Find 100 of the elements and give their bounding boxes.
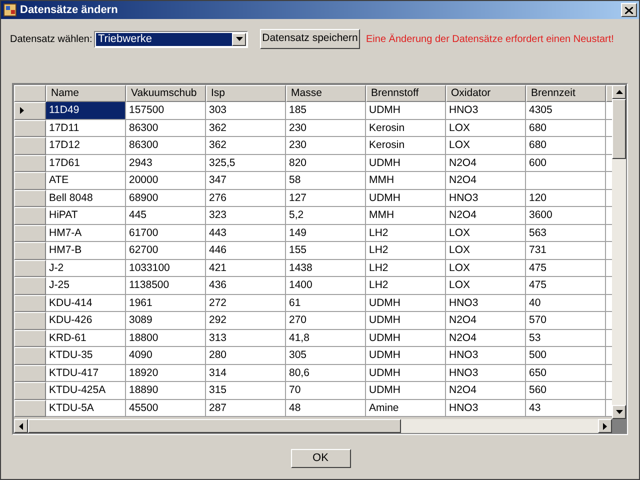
table-cell: UDMH (366, 312, 446, 330)
table-cell: 680 (526, 120, 606, 137)
scroll-thumb[interactable] (612, 99, 626, 159)
table-cell: 287 (206, 400, 286, 417)
table-cell: LOX (446, 277, 526, 294)
ok-button[interactable]: OK (290, 449, 350, 468)
table-cell: KTDU-5A (46, 400, 126, 417)
row-header[interactable] (14, 102, 46, 120)
table-cell: UDMH (366, 190, 446, 207)
dataset-label: Datensatz wählen: (10, 32, 94, 46)
table-cell: 20000 (126, 172, 206, 190)
table-cell: J-25 (46, 277, 126, 294)
table-cell: HM7-A (46, 224, 126, 242)
table-cell: KTDU-417 (46, 364, 126, 382)
table-cell: Bell 8048 (46, 190, 126, 207)
table-cell: 61700 (126, 224, 206, 242)
table-cell: 40 (526, 294, 606, 312)
table-cell: 1961 (126, 294, 206, 312)
table-cell: KTDU-425A (46, 382, 126, 400)
table-cell: 347 (206, 172, 286, 190)
table-cell: HM7-B (46, 242, 126, 260)
table-cell: 3600 (526, 207, 606, 224)
horizontal-scrollbar[interactable] (14, 419, 612, 433)
table-cell: 1138500 (126, 277, 206, 294)
table-cell: 120 (526, 190, 606, 207)
table-cell: 303 (206, 102, 286, 120)
table-cell: 362 (206, 120, 286, 137)
left-arrow-icon (19, 422, 23, 430)
close-button[interactable] (621, 3, 637, 17)
table-cell: N2O4 (446, 154, 526, 172)
column-header[interactable]: Oxidator (446, 85, 526, 102)
table-cell: LOX (446, 242, 526, 260)
table-cell: HNO3 (446, 400, 526, 417)
table-cell: 5,2 (286, 207, 366, 224)
table-cell: 185 (286, 102, 366, 120)
table-cell: 11D49 (46, 102, 126, 120)
scroll-right-button[interactable] (598, 419, 612, 433)
table-cell: HNO3 (446, 364, 526, 382)
table-cell: 18890 (126, 382, 206, 400)
table-cell: UDMH (366, 330, 446, 347)
save-button[interactable]: Datensatz speichern (260, 29, 360, 49)
table-cell: 80,6 (286, 364, 366, 382)
table-cell: 2943 (126, 154, 206, 172)
table-cell: LOX (446, 224, 526, 242)
table-cell: 305 (286, 347, 366, 364)
scroll-down-button[interactable] (612, 405, 626, 419)
table-cell: HNO3 (446, 347, 526, 364)
table-cell: 280 (206, 347, 286, 364)
table-cell: N2O4 (446, 330, 526, 347)
table-cell: 53 (526, 330, 606, 347)
dropdown-button[interactable] (232, 32, 246, 46)
table-cell: 4090 (126, 347, 206, 364)
table-cell: LOX (446, 260, 526, 277)
table-cell: 157500 (126, 102, 206, 120)
table-cell: 292 (206, 312, 286, 330)
table-cell: LOX (446, 120, 526, 137)
table-cell: UDMH (366, 364, 446, 382)
table-cell: 325,5 (206, 154, 286, 172)
app-icon (3, 3, 17, 17)
table-cell: MMH (366, 207, 446, 224)
table-cell: 149 (286, 224, 366, 242)
table-cell: 18920 (126, 364, 206, 382)
table-cell: 61 (286, 294, 366, 312)
column-header[interactable]: Isp (206, 85, 286, 102)
dataset-select[interactable]: Triebwerke (94, 30, 248, 48)
current-row-icon (20, 107, 24, 114)
table-cell: 323 (206, 207, 286, 224)
window-title: Datensätze ändern (20, 2, 118, 18)
table-cell: 1400 (286, 277, 366, 294)
table-cell: KTDU-35 (46, 347, 126, 364)
column-header[interactable]: Masse (286, 85, 366, 102)
table-cell: N2O4 (446, 207, 526, 224)
table-cell: LH2 (366, 260, 446, 277)
up-arrow-icon (616, 90, 622, 94)
scroll-left-button[interactable] (14, 419, 28, 433)
table-cell: N2O4 (446, 312, 526, 330)
table-cell: 500 (526, 347, 606, 364)
table-cell: 86300 (126, 137, 206, 154)
table-cell: 155 (286, 242, 366, 260)
table-cell: 86300 (126, 120, 206, 137)
table-cell: LH2 (366, 224, 446, 242)
table-cell: Kerosin (366, 137, 446, 154)
table-cell: 68900 (126, 190, 206, 207)
scroll-up-button[interactable] (612, 85, 626, 99)
table-cell: LH2 (366, 242, 446, 260)
close-icon (625, 6, 633, 14)
table-cell: 443 (206, 224, 286, 242)
column-header[interactable]: Name (46, 85, 126, 102)
column-header[interactable]: Vakuumschub (126, 85, 206, 102)
scroll-thumb[interactable] (28, 419, 401, 433)
column-header[interactable]: Brennzeit (526, 85, 606, 102)
table-cell: 445 (126, 207, 206, 224)
table-cell: 650 (526, 364, 606, 382)
table-cell: 1438 (286, 260, 366, 277)
table-cell: KDU-414 (46, 294, 126, 312)
column-header[interactable]: Brennstoff (366, 85, 446, 102)
vertical-scrollbar[interactable] (612, 85, 626, 419)
table-cell: 475 (526, 277, 606, 294)
table-cell: HiPAT (46, 207, 126, 224)
table-cell: 230 (286, 120, 366, 137)
